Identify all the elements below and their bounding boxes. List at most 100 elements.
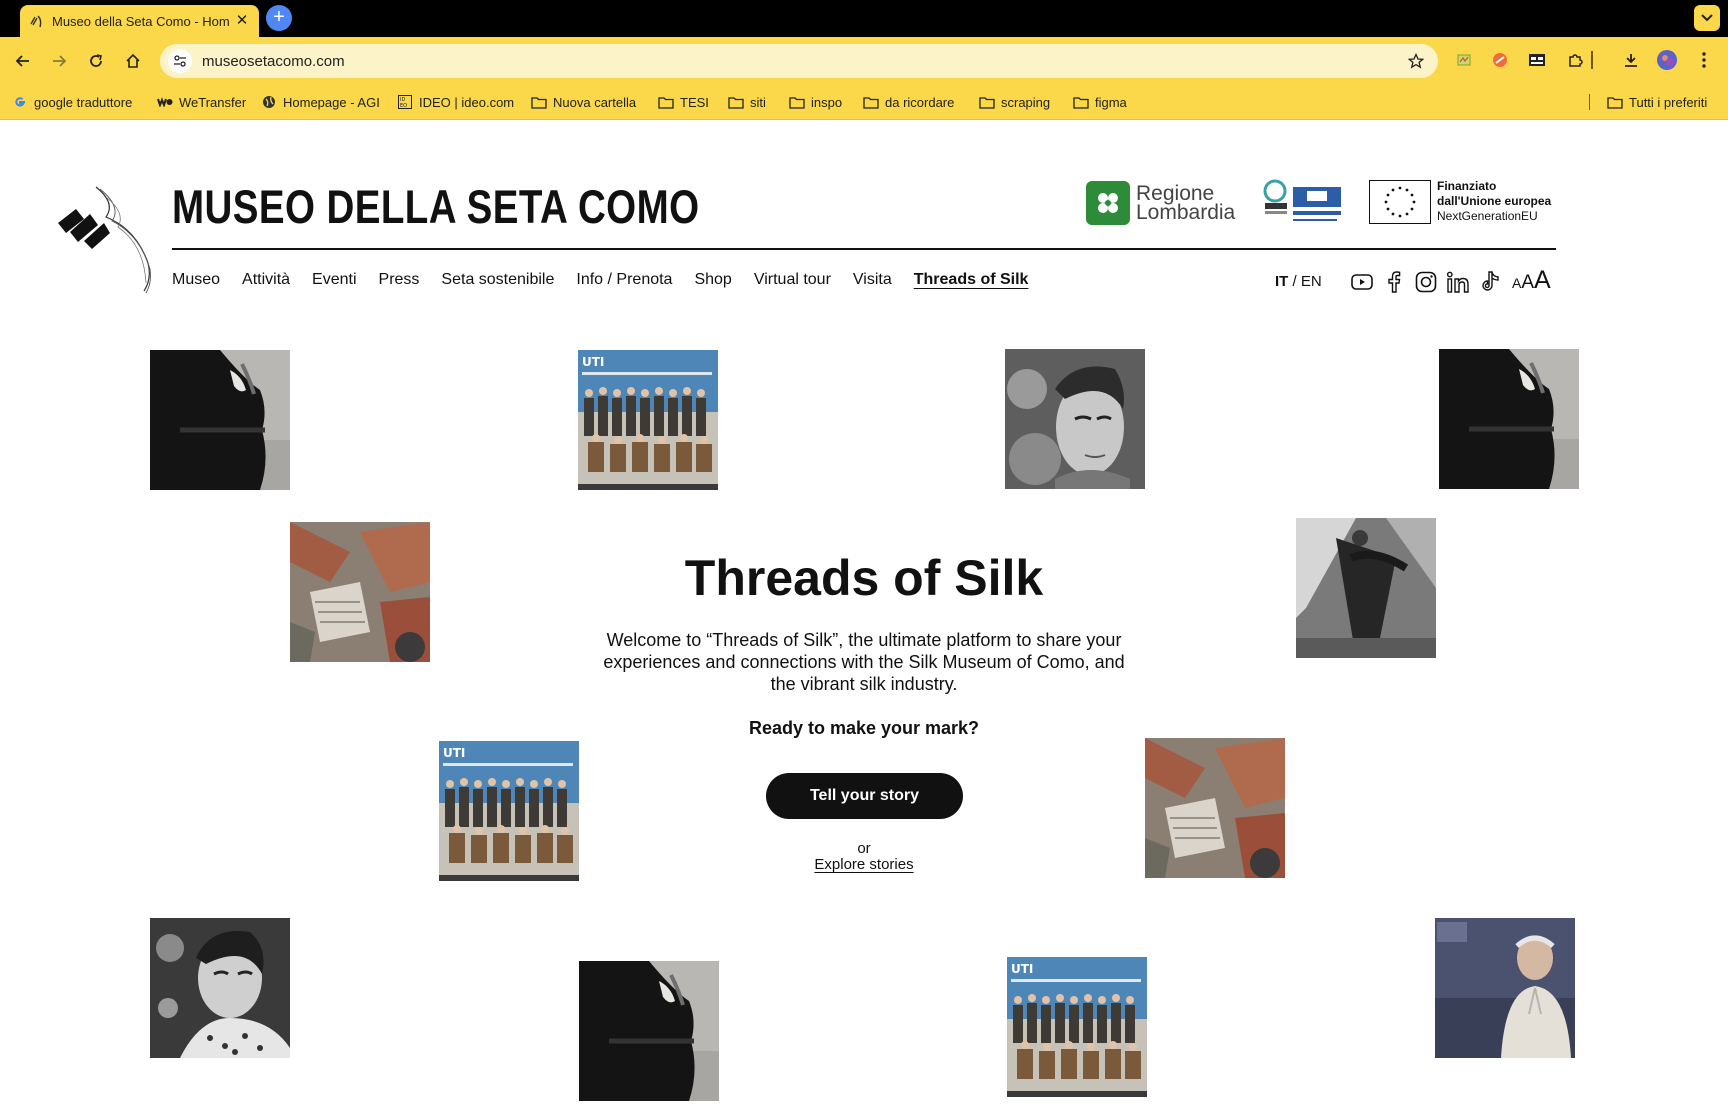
wetransfer-icon: [157, 94, 173, 110]
download-icon[interactable]: [1620, 49, 1642, 71]
explore-stories-link[interactable]: Explore stories: [764, 856, 964, 873]
back-arrow-icon[interactable]: [11, 49, 35, 73]
bookmark-label: google traduttore: [34, 94, 133, 110]
bookmark-item[interactable]: figma: [1073, 93, 1127, 111]
bookmark-label: TESI: [680, 94, 709, 110]
folder-icon: [728, 94, 744, 110]
story-photo-man-portrait[interactable]: [1005, 349, 1145, 489]
close-icon[interactable]: ✕: [233, 12, 251, 30]
bookmark-label: Homepage - AGI: [283, 94, 380, 110]
story-photo-aerial-town[interactable]: [290, 522, 430, 662]
bookmark-star-icon[interactable]: [1404, 49, 1428, 73]
puzzle-icon[interactable]: [1564, 49, 1586, 71]
instagram-icon[interactable]: [1414, 270, 1438, 294]
tiktok-icon[interactable]: [1478, 270, 1502, 294]
story-photo-group-banner[interactable]: UTI: [578, 350, 718, 490]
extension-icon[interactable]: [1489, 49, 1511, 71]
nav-item-attivita[interactable]: Attività: [242, 271, 290, 289]
bookmark-item[interactable]: google traduttore: [12, 93, 132, 111]
web-page: MUSEO DELLA SETA COMO Regione Lombardia: [0, 121, 1728, 1117]
bookmark-item[interactable]: ID EO IDEO | ideo.com: [397, 93, 514, 111]
story-photo-woman-dress[interactable]: [150, 350, 290, 490]
address-bar[interactable]: museosetacomo.com: [160, 44, 1438, 78]
nav-item-visita[interactable]: Visita: [853, 271, 892, 289]
nav-item-seta-sostenibile[interactable]: Seta sostenibile: [441, 271, 554, 289]
bookmark-label: WeTransfer: [179, 94, 247, 110]
tell-your-story-button[interactable]: Tell your story: [766, 773, 963, 819]
eu-funding-logo[interactable]: Finanziato dall'Unione europea NextGener…: [1369, 179, 1551, 224]
font-size-small-button[interactable]: A: [1512, 275, 1521, 291]
browser-tab[interactable]: Museo della Seta Como - Hom ✕: [20, 5, 259, 37]
nav-item-eventi[interactable]: Eventi: [312, 271, 356, 289]
nav-item-virtual-tour[interactable]: Virtual tour: [754, 271, 831, 289]
forward-arrow-icon[interactable]: [47, 49, 71, 73]
bookmark-item[interactable]: inspo: [789, 93, 842, 111]
svg-text:UTI: UTI: [582, 355, 604, 369]
lang-en-link[interactable]: EN: [1301, 273, 1322, 290]
bookmark-item[interactable]: siti: [728, 93, 766, 111]
story-photo-woman-dress[interactable]: [579, 961, 719, 1101]
all-bookmarks-folder[interactable]: Tutti i preferiti: [1607, 93, 1707, 111]
font-size-controls: AAA: [1512, 266, 1551, 295]
bookmark-label: da ricordare: [885, 94, 955, 110]
bookmark-label: siti: [750, 94, 766, 110]
nav-item-shop[interactable]: Shop: [694, 271, 731, 289]
reload-icon[interactable]: [84, 49, 108, 73]
nav-item-info-prenota[interactable]: Info / Prenota: [576, 271, 672, 289]
story-photo-woman-portrait[interactable]: [150, 918, 290, 1058]
nav-item-press[interactable]: Press: [379, 271, 420, 289]
new-tab-button[interactable]: +: [266, 5, 292, 31]
ideo-icon: ID EO: [397, 94, 413, 110]
font-size-medium-button[interactable]: A: [1521, 272, 1534, 294]
nav-item-museo[interactable]: Museo: [172, 271, 220, 289]
chevron-down-icon[interactable]: [1694, 5, 1720, 31]
youtube-icon[interactable]: [1350, 270, 1374, 294]
regione-lombardia-logo[interactable]: Regione Lombardia: [1086, 181, 1235, 225]
story-photo-elderly-man[interactable]: [1435, 918, 1575, 1058]
bookmark-item[interactable]: WeTransfer: [157, 93, 246, 111]
site-title[interactable]: MUSEO DELLA SETA COMO: [172, 179, 699, 234]
language-switcher: IT / EN: [1275, 273, 1322, 290]
bookmarks-bar: google traduttore WeTransfer Homepage - …: [0, 84, 1728, 120]
story-photo-group-banner[interactable]: UTI: [1007, 957, 1147, 1097]
como-unesco-logo[interactable]: [1263, 177, 1345, 227]
intro-text: Welcome to “Threads of Silk”, the ultima…: [603, 630, 1125, 694]
home-icon[interactable]: [121, 49, 145, 73]
bookmark-item[interactable]: Nuova cartella: [531, 93, 636, 111]
sponsor-text: Lombardia: [1136, 201, 1236, 224]
bookmarks-divider: [1589, 94, 1590, 110]
extension-icon[interactable]: [1453, 49, 1475, 71]
browser-toolbar: museosetacomo.com: [0, 37, 1728, 84]
folder-icon: [1073, 94, 1089, 110]
sponsor-text: dall'Unione europea: [1437, 194, 1552, 208]
story-photo-group-banner[interactable]: UTI: [439, 741, 579, 881]
museum-logo-icon[interactable]: [56, 183, 160, 293]
bookmark-label: IDEO | ideo.com: [419, 94, 515, 110]
bookmark-item[interactable]: TESI: [658, 93, 709, 111]
folder-icon: [1607, 94, 1623, 110]
site-info-icon[interactable]: [168, 49, 192, 73]
tab-title: Museo della Seta Como - Hom: [52, 13, 230, 29]
lang-separator: /: [1288, 273, 1301, 290]
avatar[interactable]: [1656, 49, 1678, 71]
kebab-menu-icon[interactable]: [1693, 49, 1715, 71]
cta-heading: Ready to make your mark?: [748, 718, 980, 738]
bookmark-item[interactable]: scraping: [979, 93, 1050, 111]
bookmark-label: Nuova cartella: [553, 94, 637, 110]
story-photo-aerial-town[interactable]: [1145, 738, 1285, 878]
linkedin-icon[interactable]: [1446, 270, 1470, 294]
extension-icon[interactable]: [1526, 49, 1548, 71]
tab-bar: Museo della Seta Como - Hom ✕ +: [0, 0, 1728, 37]
nav-item-threads-of-silk[interactable]: Threads of Silk: [914, 271, 1029, 289]
lang-it-link[interactable]: IT: [1275, 273, 1288, 290]
folder-icon: [658, 94, 674, 110]
font-size-large-button[interactable]: A: [1534, 266, 1551, 295]
facebook-icon[interactable]: [1382, 270, 1406, 294]
bookmark-label: figma: [1095, 94, 1127, 110]
story-photo-woman-dress[interactable]: [1439, 349, 1579, 489]
bookmark-item[interactable]: da ricordare: [863, 93, 954, 111]
bookmark-label: inspo: [811, 94, 843, 110]
bookmark-label: scraping: [1001, 94, 1051, 110]
story-photo-woman-coat[interactable]: [1296, 518, 1436, 658]
bookmark-item[interactable]: Homepage - AGI: [261, 93, 380, 111]
